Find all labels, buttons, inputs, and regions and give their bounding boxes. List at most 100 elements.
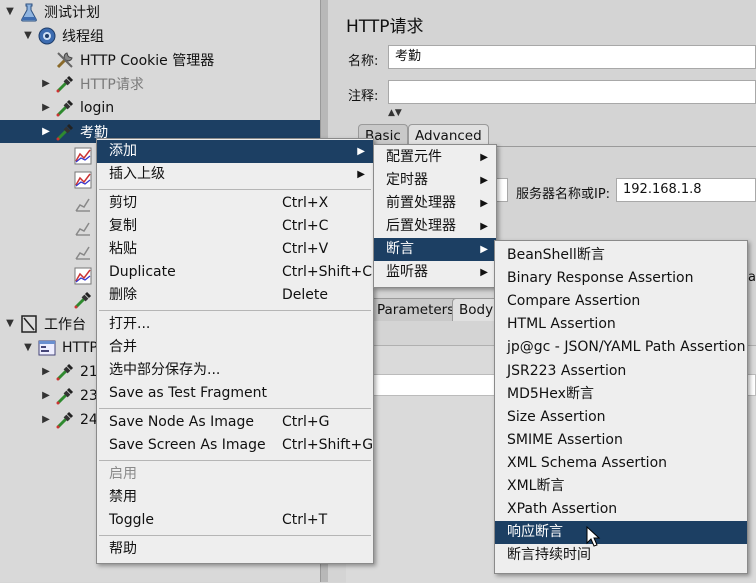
menu-item[interactable]: Binary Response Assertion	[495, 267, 747, 290]
tab-parameters[interactable]: Parameters	[370, 298, 462, 321]
menu-item[interactable]: HTML Assertion	[495, 313, 747, 336]
menu-item-label: XML Schema Assertion	[507, 454, 668, 471]
menu-item[interactable]: 后置处理器 ▶	[374, 215, 496, 238]
menu-item[interactable]: XML断言	[495, 475, 747, 498]
menu-item-label: 复制	[109, 218, 137, 234]
menu-item[interactable]: 定时器 ▶	[374, 169, 496, 192]
menu-item-label: SMIME Assertion	[507, 431, 623, 448]
pipette-icon	[54, 362, 76, 382]
menu-item-label: 帮助	[109, 541, 137, 557]
menu-item[interactable]: Duplicate Ctrl+Shift+C	[97, 261, 373, 284]
menu-item[interactable]: MD5Hex断言	[495, 383, 747, 406]
submenu-arrow-icon: ▶	[480, 198, 488, 209]
collapsed-toggle-icon[interactable]: ▶	[40, 414, 52, 425]
menu-item-shortcut: Ctrl+X	[282, 195, 329, 211]
menu-item-label: jp@gc - JSON/YAML Path Assertion	[507, 339, 746, 356]
collapsed-toggle-icon[interactable]: ▶	[40, 78, 52, 89]
menu-item[interactable]: XML Schema Assertion	[495, 452, 747, 475]
pipette-icon	[54, 386, 76, 406]
menu-item[interactable]: 粘贴 Ctrl+V	[97, 238, 373, 261]
menu-item[interactable]: 启用	[97, 463, 373, 486]
pipette-icon	[54, 74, 76, 94]
menu-item[interactable]: 复制 Ctrl+C	[97, 215, 373, 238]
menu-item[interactable]: 断言 ▶	[374, 238, 496, 261]
menu-item-label: 断言持续时间	[507, 547, 591, 564]
menu-item[interactable]: JSR223 Assertion	[495, 360, 747, 383]
collapsed-toggle-icon[interactable]: ▶	[40, 390, 52, 401]
panel-title: HTTP请求	[346, 17, 424, 37]
submenu-arrow-icon: ▶	[357, 169, 365, 180]
menu-item[interactable]: 禁用	[97, 486, 373, 509]
menu-separator	[99, 535, 371, 536]
menu-item[interactable]: 响应断言	[495, 521, 747, 545]
menu-item-label: Toggle	[109, 512, 155, 528]
submenu-arrow-icon: ▶	[480, 221, 488, 232]
menu-separator	[99, 460, 371, 461]
menu-item[interactable]: Toggle Ctrl+T	[97, 509, 373, 532]
menu-item[interactable]: 插入上级 ▶	[97, 163, 373, 186]
menu-item[interactable]: jp@gc - JSON/YAML Path Assertion	[495, 336, 747, 359]
pipette-icon	[72, 290, 94, 310]
pipette-icon	[54, 410, 76, 430]
menu-item-label: 配置元件	[386, 149, 442, 165]
menu-item-label: 添加	[109, 143, 137, 159]
context-menu: 添加 ▶ 插入上级 ▶ 剪切 Ctrl+X 复制 Ctrl+C 粘贴 Ctrl+V Duplicat…	[96, 138, 374, 564]
menu-item[interactable]: 剪切 Ctrl+X	[97, 192, 373, 215]
menu-separator	[99, 310, 371, 311]
menu-item-label: 选中部分保存为...	[109, 362, 221, 378]
menu-item[interactable]: Save Node As Image Ctrl+G	[97, 411, 373, 434]
collapsed-toggle-icon[interactable]: ▶	[40, 366, 52, 377]
menu-item-label: MD5Hex断言	[507, 385, 594, 402]
menu-item-shortcut: Delete	[282, 287, 328, 303]
menu-item[interactable]: 帮助	[97, 538, 373, 561]
chart-icon	[72, 194, 94, 214]
expanded-toggle-icon[interactable]: ▼	[22, 30, 34, 41]
collapse-handle[interactable]: ▲▼	[388, 108, 402, 118]
expanded-toggle-icon[interactable]: ▼	[4, 318, 16, 329]
notebook-icon	[18, 314, 40, 334]
collapsed-toggle-icon[interactable]: ▶	[40, 102, 52, 113]
menu-item-label: XPath Assertion	[507, 501, 618, 518]
expanded-toggle-icon[interactable]: ▼	[4, 6, 16, 17]
name-field[interactable]: 考勤	[388, 45, 756, 69]
menu-item[interactable]: 打开...	[97, 313, 373, 336]
menu-item-label: 前置处理器	[386, 195, 456, 211]
menu-item[interactable]: SMIME Assertion	[495, 429, 747, 452]
add-submenu: 配置元件 ▶ 定时器 ▶ 前置处理器 ▶ 后置处理器 ▶ 断言 ▶ 监听器 ▶	[373, 144, 497, 288]
menu-item[interactable]: Save Screen As Image Ctrl+Shift+G	[97, 434, 373, 457]
menu-item[interactable]: Compare Assertion	[495, 290, 747, 313]
tree-node[interactable]: HTTP Cookie 管理器	[0, 48, 320, 71]
menu-item[interactable]: 前置处理器 ▶	[374, 192, 496, 215]
menu-item-shortcut: Ctrl+Shift+G	[282, 437, 374, 453]
collapsed-toggle-icon[interactable]: ▶	[40, 126, 52, 137]
menu-item[interactable]: 删除 Delete	[97, 284, 373, 307]
menu-item[interactable]: XPath Assertion	[495, 498, 747, 521]
menu-item[interactable]: Save as Test Fragment	[97, 382, 373, 405]
pipette-icon	[54, 122, 76, 142]
menu-item-label: Binary Response Assertion	[507, 270, 694, 287]
submenu-arrow-icon: ▶	[480, 175, 488, 186]
parameters-edge-text: a	[748, 270, 756, 285]
server-field[interactable]: 192.168.1.8	[616, 178, 756, 202]
menu-item[interactable]: 监听器 ▶	[374, 261, 496, 284]
menu-item[interactable]: 添加 ▶	[97, 140, 373, 163]
chart-icon	[72, 218, 94, 238]
expanded-toggle-icon[interactable]: ▼	[22, 342, 34, 353]
tab-body[interactable]: Body	[452, 298, 501, 321]
tree-node[interactable]: ▶ login	[0, 96, 320, 119]
tree-node-label: 线程组	[62, 28, 104, 45]
menu-item[interactable]: 合并	[97, 336, 373, 359]
menu-item[interactable]: 断言持续时间	[495, 544, 747, 567]
menu-item-label: 启用	[109, 466, 137, 482]
menu-item[interactable]: 配置元件 ▶	[374, 146, 496, 169]
tree-node[interactable]: ▼ 线程组	[0, 24, 320, 47]
comment-field[interactable]	[388, 80, 756, 104]
menu-item[interactable]: Size Assertion	[495, 406, 747, 429]
tree-node[interactable]: ▼ 测试计划	[0, 0, 320, 23]
tree-node[interactable]: ▶ HTTP请求	[0, 72, 320, 95]
menu-item[interactable]: BeanShell断言	[495, 244, 747, 267]
menu-item[interactable]: 选中部分保存为...	[97, 359, 373, 382]
pipette-icon	[54, 98, 76, 118]
graph-icon	[72, 146, 94, 166]
menu-item-label: Size Assertion	[507, 408, 606, 425]
